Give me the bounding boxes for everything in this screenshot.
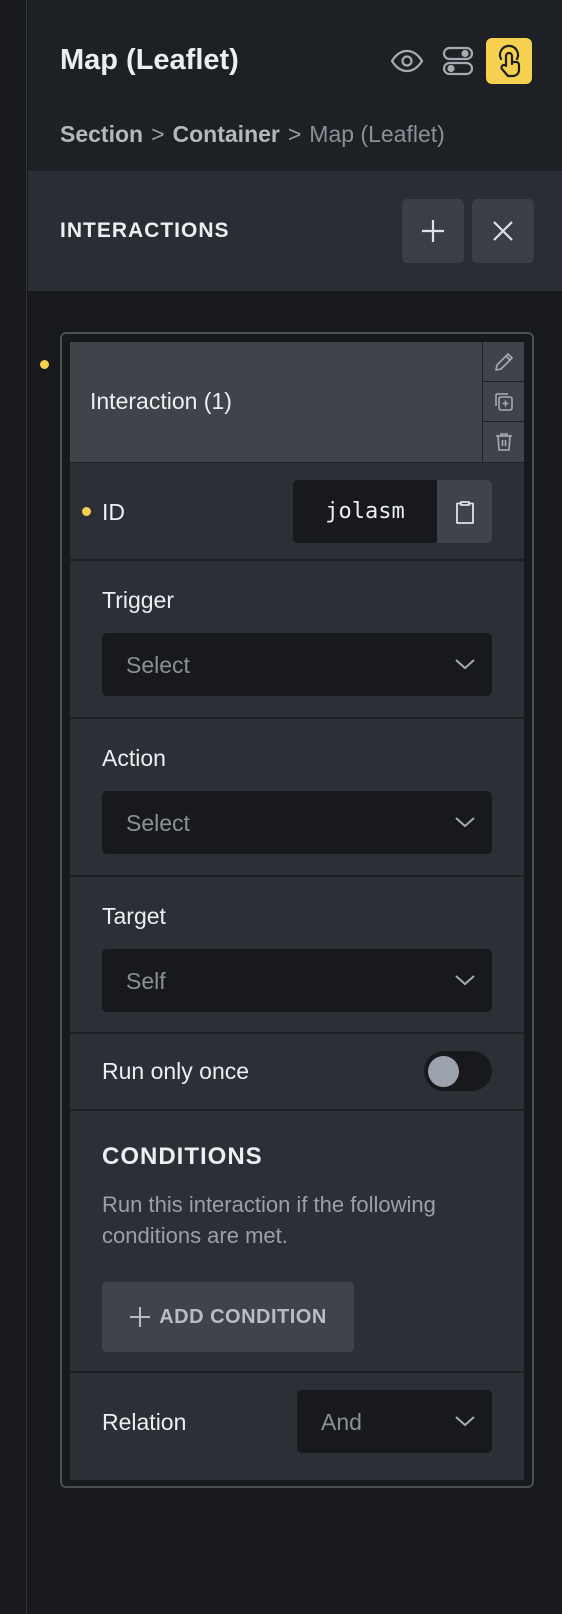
copy-id-button[interactable] xyxy=(437,480,492,543)
changed-indicator-dot xyxy=(40,360,49,369)
relation-row: Relation And xyxy=(70,1373,524,1480)
id-row: ID jolasm xyxy=(70,463,524,561)
clipboard-icon xyxy=(455,500,474,524)
breadcrumb-section[interactable]: Section xyxy=(60,121,143,147)
conditions-title: CONDITIONS xyxy=(102,1143,263,1170)
edit-icon[interactable] xyxy=(483,342,525,382)
interaction-title: Interaction (1) xyxy=(90,388,232,414)
breadcrumb-separator: > xyxy=(287,121,302,147)
plus-icon xyxy=(130,1307,151,1327)
chevron-down-icon xyxy=(455,817,475,828)
interactions-icon[interactable] xyxy=(486,38,532,84)
trigger-select[interactable]: Select xyxy=(102,633,492,696)
interactions-bar: INTERACTIONS xyxy=(28,171,562,291)
target-label: Target xyxy=(102,903,166,929)
trigger-row: Trigger Select xyxy=(70,561,524,719)
conditions-section: CONDITIONS Run this interaction if the f… xyxy=(70,1111,524,1373)
add-condition-button[interactable]: ADD CONDITION xyxy=(102,1282,354,1352)
interactions-title: INTERACTIONS xyxy=(60,219,230,242)
page-title: Map (Leaflet) xyxy=(60,44,239,76)
target-row: Target Self xyxy=(70,877,524,1034)
breadcrumb-separator: > xyxy=(151,121,165,147)
breadcrumb-current: Map (Leaflet) xyxy=(309,121,445,147)
toggle-icon[interactable] xyxy=(435,38,481,84)
id-label: ID xyxy=(102,499,125,525)
run-once-toggle[interactable] xyxy=(424,1051,492,1091)
run-once-label: Run only once xyxy=(102,1058,250,1084)
trigger-select-value: Select xyxy=(126,652,190,678)
action-row: Action Select xyxy=(70,719,524,877)
interactions-panel: Map (Leaflet) Section > Container > Map … xyxy=(28,0,562,1614)
close-button[interactable] xyxy=(472,199,534,263)
target-select[interactable]: Self xyxy=(102,949,492,1012)
chevron-down-icon xyxy=(455,659,475,670)
action-label: Action xyxy=(102,745,166,771)
toggle-knob xyxy=(428,1056,459,1087)
id-changed-dot xyxy=(82,507,91,516)
item-tools xyxy=(482,342,525,463)
target-select-value: Self xyxy=(126,968,166,994)
left-gutter xyxy=(0,0,27,1614)
chevron-down-icon xyxy=(455,975,475,986)
interaction-item-header[interactable]: Interaction (1) xyxy=(70,342,525,463)
id-field[interactable]: jolasm xyxy=(293,480,437,543)
trash-icon[interactable] xyxy=(483,422,525,462)
eye-icon[interactable] xyxy=(384,38,430,84)
add-interaction-button[interactable] xyxy=(402,199,464,263)
interaction-card: Interaction (1) ID jolasm Trigger Select… xyxy=(60,332,534,1488)
action-select-value: Select xyxy=(126,810,190,836)
duplicate-icon[interactable] xyxy=(483,382,525,422)
action-select[interactable]: Select xyxy=(102,791,492,854)
interaction-card-body: Interaction (1) ID jolasm Trigger Select… xyxy=(70,342,525,1480)
chevron-down-icon xyxy=(455,1416,475,1427)
add-condition-label: ADD CONDITION xyxy=(159,1305,327,1328)
breadcrumb: Section > Container > Map (Leaflet) xyxy=(60,121,445,148)
relation-select-value: And xyxy=(321,1409,362,1435)
relation-select[interactable]: And xyxy=(297,1390,492,1453)
conditions-description: Run this interaction if the following co… xyxy=(102,1192,436,1248)
breadcrumb-container[interactable]: Container xyxy=(173,121,280,147)
panel-header: Map (Leaflet) Section > Container > Map … xyxy=(28,0,562,171)
relation-label: Relation xyxy=(102,1409,187,1435)
trigger-label: Trigger xyxy=(102,587,174,613)
run-once-row: Run only once xyxy=(70,1034,524,1111)
